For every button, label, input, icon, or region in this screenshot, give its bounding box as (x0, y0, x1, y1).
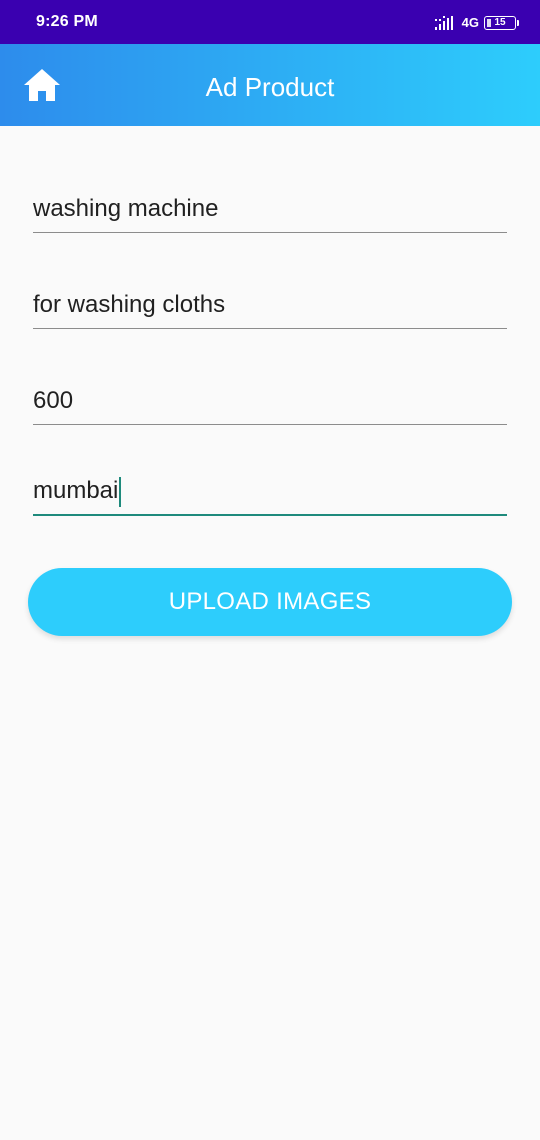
product-description-field[interactable] (33, 282, 507, 332)
field-underline (33, 424, 507, 425)
status-indicators: 4G 15 (434, 13, 519, 33)
product-location-input[interactable]: mumbai (33, 476, 122, 507)
product-description-input[interactable] (33, 282, 507, 328)
field-underline (33, 232, 507, 233)
battery-level: 15 (494, 17, 506, 28)
signal-icon (434, 16, 453, 30)
product-name-field[interactable] (33, 186, 507, 236)
upload-images-button[interactable]: UPLOAD IMAGES (28, 568, 512, 636)
app-bar: Ad Product (0, 44, 540, 126)
status-bar: 9:26 PM 4G 15 (0, 0, 540, 44)
field-underline (33, 328, 507, 329)
field-underline-focused (33, 514, 507, 516)
product-location-value: mumbai (33, 477, 119, 504)
product-price-input[interactable] (33, 378, 507, 424)
battery-icon: 15 (484, 16, 519, 30)
product-name-input[interactable] (33, 186, 507, 232)
status-time: 9:26 PM (36, 13, 98, 30)
text-cursor (119, 476, 122, 507)
network-type: 4G (461, 15, 479, 30)
battery-fill (487, 19, 491, 27)
product-location-field[interactable]: mumbai (33, 468, 507, 518)
product-price-field[interactable] (33, 378, 507, 428)
page-title: Ad Product (205, 72, 335, 102)
